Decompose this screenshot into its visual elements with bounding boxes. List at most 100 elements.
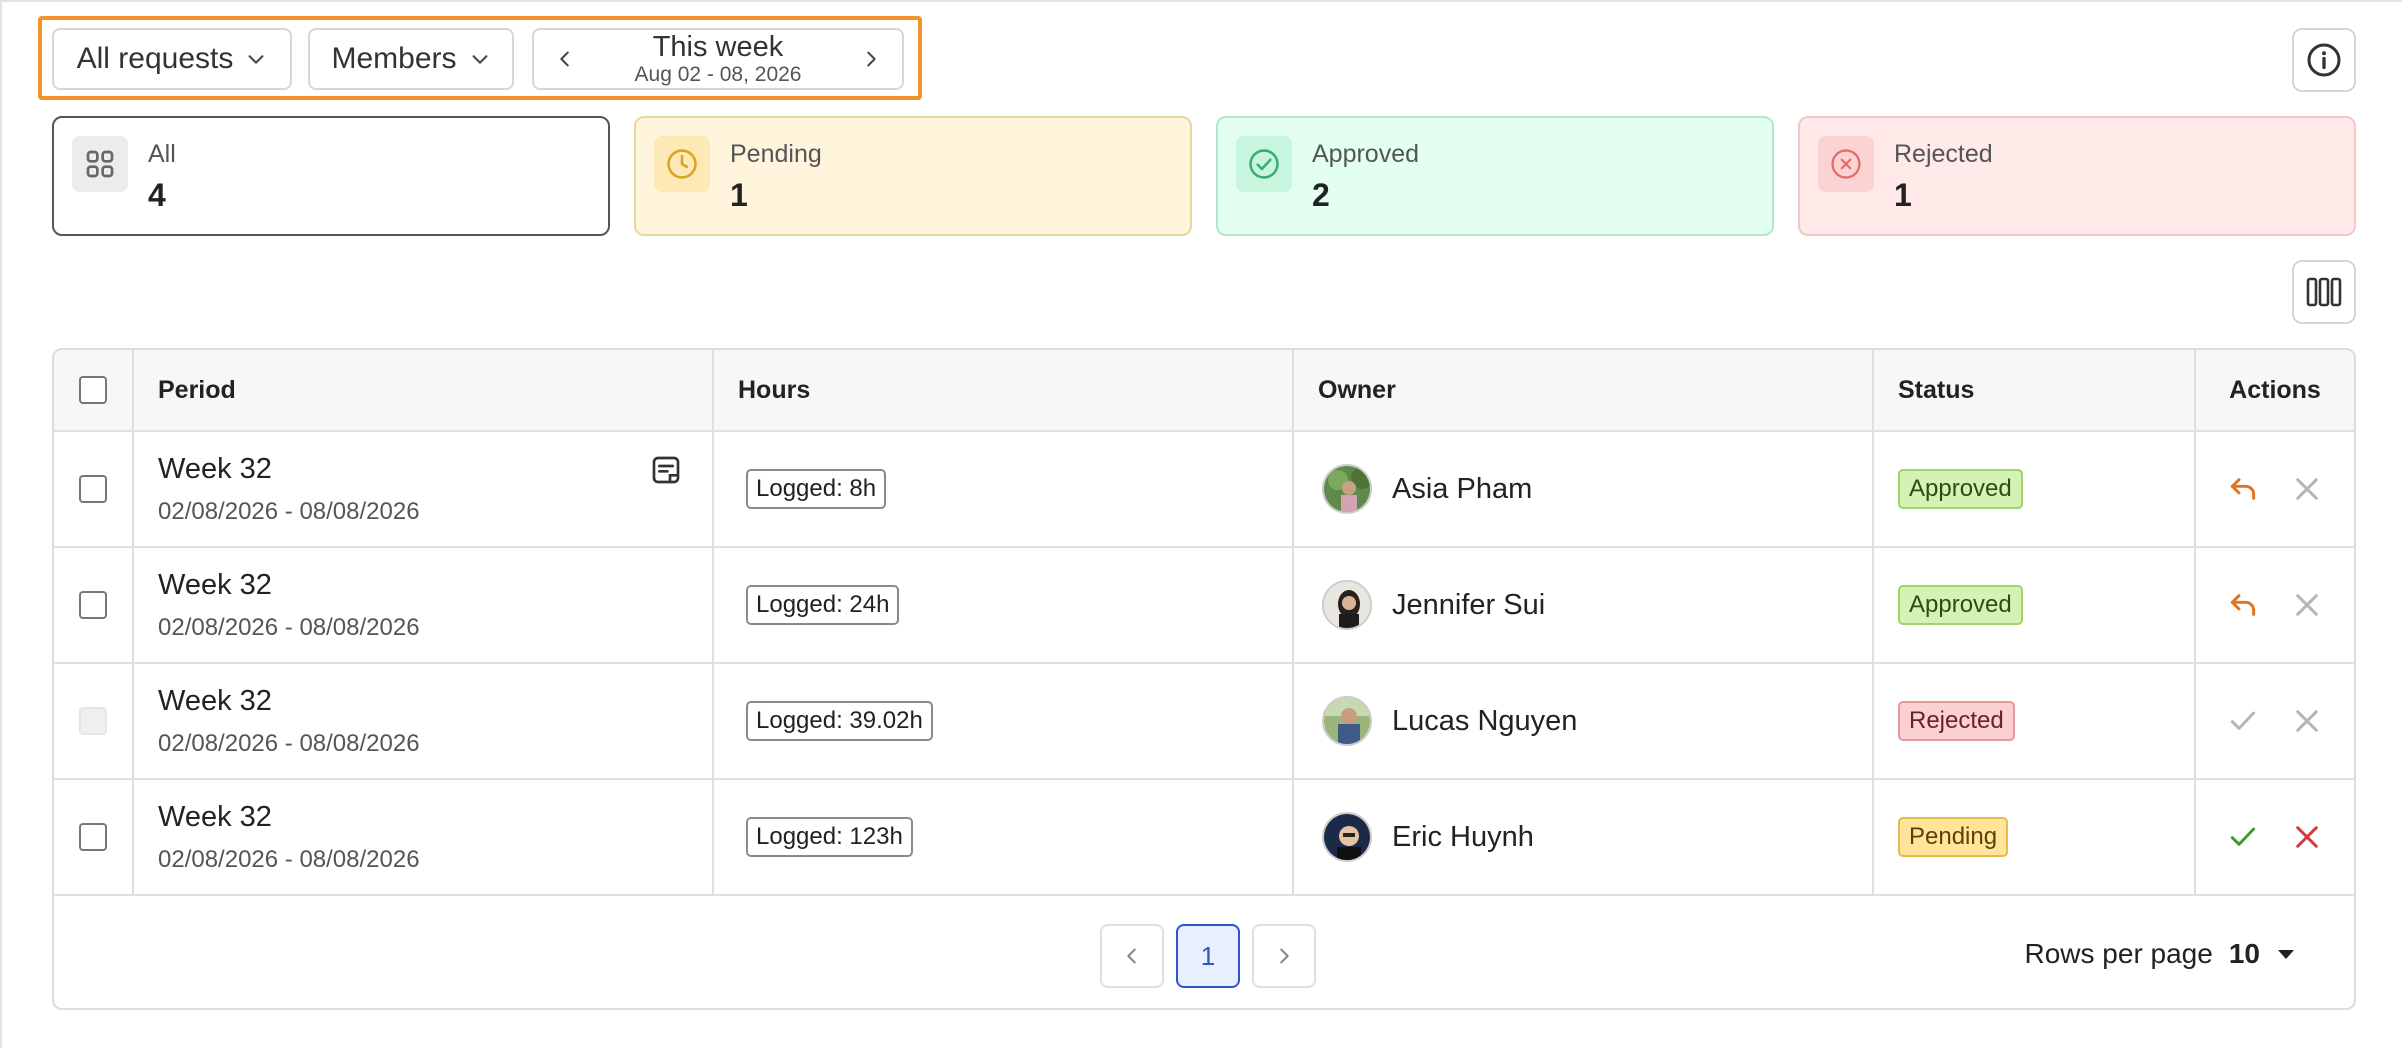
summary-card-label: Rejected bbox=[1894, 140, 1993, 168]
summary-card-count: 4 bbox=[148, 177, 166, 213]
column-settings-button[interactable] bbox=[2292, 260, 2356, 324]
header-hours[interactable]: Hours bbox=[714, 350, 1294, 430]
check-circle-icon bbox=[1236, 136, 1292, 192]
period-title: Week 32 bbox=[158, 684, 272, 717]
chevron-left-icon[interactable] bbox=[554, 46, 576, 72]
members-label: Members bbox=[331, 42, 457, 75]
status-badge: Pending bbox=[1898, 817, 2009, 857]
owner-cell: Lucas Nguyen bbox=[1294, 664, 1874, 778]
period-title: Week 32 bbox=[158, 800, 272, 833]
info-button[interactable] bbox=[2292, 28, 2356, 92]
chevron-right-icon[interactable] bbox=[860, 46, 882, 72]
avatar bbox=[1322, 580, 1372, 630]
summary-card-all[interactable]: All 4 bbox=[52, 116, 610, 236]
status-cell: Approved bbox=[1874, 432, 2196, 546]
table-header: Period Hours Owner Status Actions bbox=[54, 350, 2354, 432]
row-select-cell bbox=[54, 548, 134, 662]
table-row[interactable]: Week 32 02/08/2026 - 08/08/2026 Logged: 24… bbox=[54, 548, 2354, 664]
members-dropdown[interactable]: Members bbox=[308, 28, 514, 90]
approve-check-icon[interactable] bbox=[2227, 821, 2259, 853]
select-all-checkbox[interactable] bbox=[79, 376, 107, 404]
week-navigator: This week Aug 02 - 08, 2026 bbox=[532, 28, 904, 90]
approve-check-icon[interactable] bbox=[2227, 705, 2259, 737]
summary-card-rejected[interactable]: Rejected 1 bbox=[1798, 116, 2356, 236]
rows-per-page: Rows per page 10 bbox=[2025, 938, 2297, 970]
table-row[interactable]: Week 32 02/08/2026 - 08/08/2026 Logged: 39… bbox=[54, 664, 2354, 780]
period-dates: 02/08/2026 - 08/08/2026 bbox=[158, 729, 420, 757]
period-dates: 02/08/2026 - 08/08/2026 bbox=[158, 613, 420, 641]
header-period[interactable]: Period bbox=[134, 350, 714, 430]
prev-page-button[interactable] bbox=[1100, 924, 1164, 988]
owner-cell: Eric Huynh bbox=[1294, 780, 1874, 894]
table-row[interactable]: Week 32 02/08/2026 - 08/08/2026 Logged: 12… bbox=[54, 780, 2354, 896]
chevron-down-icon bbox=[472, 55, 487, 64]
logged-hours-chip: Logged: 8h bbox=[746, 469, 887, 509]
week-display[interactable]: This week Aug 02 - 08, 2026 bbox=[634, 30, 802, 87]
summary-card-label: All bbox=[148, 140, 176, 168]
header-actions: Actions bbox=[2229, 375, 2321, 404]
summary-card-count: 1 bbox=[730, 177, 748, 213]
actions-cell bbox=[2196, 432, 2354, 546]
status-cell: Rejected bbox=[1874, 664, 2196, 778]
owner-name: Lucas Nguyen bbox=[1392, 704, 1578, 737]
caret-down-icon[interactable] bbox=[2276, 947, 2296, 961]
logged-hours-chip: Logged: 123h bbox=[746, 817, 913, 857]
actions-cell bbox=[2196, 780, 2354, 894]
period-title: Week 32 bbox=[158, 568, 272, 601]
period-cell: Week 32 02/08/2026 - 08/08/2026 bbox=[134, 432, 714, 546]
status-badge: Approved bbox=[1898, 585, 2023, 625]
owner-cell: Jennifer Sui bbox=[1294, 548, 1874, 662]
rows-per-page-select[interactable]: 10 bbox=[2229, 938, 2260, 970]
period-title: Week 32 bbox=[158, 452, 272, 485]
summary-card-approved[interactable]: Approved 2 bbox=[1216, 116, 1774, 236]
note-icon[interactable] bbox=[650, 454, 682, 486]
hours-cell: Logged: 24h bbox=[714, 548, 1294, 662]
request-type-dropdown[interactable]: All requests bbox=[52, 28, 292, 90]
reject-x-icon[interactable] bbox=[2291, 705, 2323, 737]
row-checkbox[interactable] bbox=[79, 591, 107, 619]
request-type-label: All requests bbox=[76, 42, 234, 75]
status-cell: Pending bbox=[1874, 780, 2196, 894]
summary-card-count: 1 bbox=[1894, 177, 1912, 213]
owner-cell: Asia Pham bbox=[1294, 432, 1874, 546]
logged-hours-chip: Logged: 24h bbox=[746, 585, 900, 625]
chevron-down-icon bbox=[248, 55, 264, 64]
row-select-cell bbox=[54, 780, 134, 894]
hours-cell: Logged: 123h bbox=[714, 780, 1294, 894]
hours-cell: Logged: 8h bbox=[714, 432, 1294, 546]
status-badge: Rejected bbox=[1898, 701, 2015, 741]
grid-icon bbox=[72, 136, 128, 192]
row-checkbox[interactable] bbox=[79, 823, 107, 851]
revert-icon[interactable] bbox=[2227, 589, 2259, 621]
logged-hours-chip: Logged: 39.02h bbox=[746, 701, 933, 741]
reject-x-icon[interactable] bbox=[2291, 473, 2323, 505]
x-circle-icon bbox=[1818, 136, 1874, 192]
week-title: This week bbox=[652, 30, 784, 63]
period-cell: Week 32 02/08/2026 - 08/08/2026 bbox=[134, 548, 714, 662]
summary-card-label: Pending bbox=[730, 140, 822, 168]
chevron-right-icon bbox=[1280, 948, 1289, 964]
row-select-cell bbox=[54, 664, 134, 778]
columns-icon bbox=[2306, 277, 2342, 307]
requests-table: Period Hours Owner Status Actions Week 3… bbox=[52, 348, 2356, 1010]
revert-icon[interactable] bbox=[2227, 473, 2259, 505]
summary-card-count: 2 bbox=[1312, 177, 1330, 213]
week-range: Aug 02 - 08, 2026 bbox=[634, 63, 802, 87]
table-row[interactable]: Week 32 02/08/2026 - 08/08/2026 Logged: 8h… bbox=[54, 432, 2354, 548]
header-owner[interactable]: Owner bbox=[1294, 350, 1874, 430]
status-cell: Approved bbox=[1874, 548, 2196, 662]
header-select-cell bbox=[54, 350, 134, 430]
actions-cell bbox=[2196, 548, 2354, 662]
row-checkbox[interactable] bbox=[79, 475, 107, 503]
page-1-button[interactable]: 1 bbox=[1176, 924, 1240, 988]
period-dates: 02/08/2026 - 08/08/2026 bbox=[158, 845, 420, 873]
next-page-button[interactable] bbox=[1252, 924, 1316, 988]
reject-x-icon[interactable] bbox=[2291, 821, 2323, 853]
header-status[interactable]: Status bbox=[1874, 350, 2196, 430]
summary-card-pending[interactable]: Pending 1 bbox=[634, 116, 1192, 236]
reject-x-icon[interactable] bbox=[2291, 589, 2323, 621]
rows-per-page-label: Rows per page bbox=[2024, 938, 2213, 969]
row-select-cell bbox=[54, 432, 134, 546]
avatar bbox=[1322, 464, 1372, 514]
avatar bbox=[1322, 812, 1372, 862]
